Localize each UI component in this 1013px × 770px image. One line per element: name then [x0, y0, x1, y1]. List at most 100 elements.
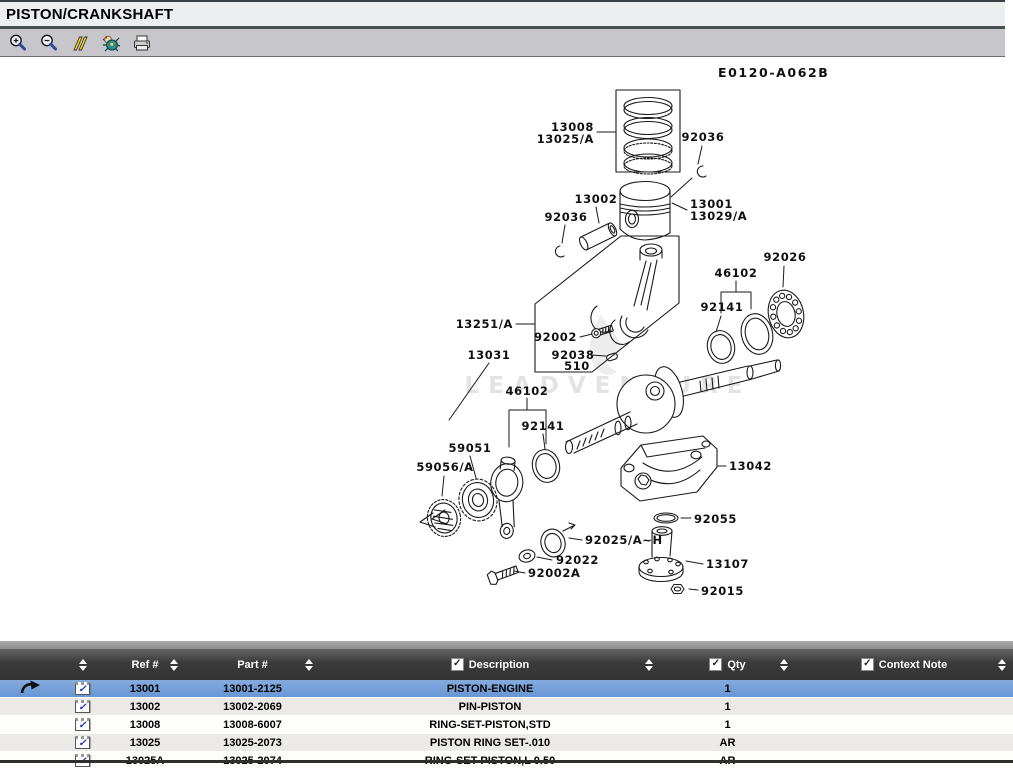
window-chrome: PISTON/CRANKSHAFT [0, 0, 1005, 57]
zoom-out-icon[interactable] [38, 32, 60, 54]
crankcase-bracket [621, 436, 717, 501]
column-header-doc-icon[interactable] [60, 649, 105, 680]
bug-icon[interactable] [100, 32, 122, 54]
table-row-13002[interactable]: ✓ 1300213002-2069PIN-PISTON1 [0, 698, 1013, 716]
part-label-13031[interactable]: 13031 [467, 348, 510, 362]
doc-icon-cell: ✓ [60, 682, 105, 695]
parts-table: Ref # Part # ✓ Description ✓ Qty ✓ Context Note… [0, 641, 1013, 770]
part-label-92026[interactable]: 92026 [763, 250, 806, 264]
oil-seal-right [704, 328, 738, 367]
conrod-on-crank [485, 456, 525, 540]
desc-cell: RING-SET-PISTON,STD [320, 719, 660, 731]
column-header-ref[interactable]: Ref # [105, 649, 185, 680]
sort-arrows-icon[interactable] [79, 659, 87, 671]
desc-cell: PISTON RING SET-.010 [320, 737, 660, 749]
sort-arrows-icon[interactable] [998, 659, 1006, 671]
sort-arrows-icon[interactable] [170, 659, 178, 671]
title-bar: PISTON/CRANKSHAFT [0, 0, 1005, 29]
washer-92022 [518, 548, 536, 564]
part-cell: 13025-2073 [185, 737, 320, 749]
part-label-46102[interactable]: 46102 [714, 266, 757, 280]
column-header-part[interactable]: Part # [185, 649, 320, 680]
part-label-92025ah[interactable]: 92025/A~H [585, 533, 663, 547]
ref-cell: 13008 [105, 719, 185, 731]
column-checkbox-qty[interactable]: ✓ [709, 658, 722, 671]
oil-seal-left [529, 447, 563, 486]
lightning-icon[interactable] [69, 32, 91, 54]
qty-cell: AR [660, 737, 795, 749]
column-label: Part # [237, 659, 268, 671]
table-top-strip [0, 641, 1013, 649]
part-label-13002[interactable]: 13002 [574, 192, 617, 206]
desc-cell: PISTON-ENGINE [320, 683, 660, 695]
column-label: Description [469, 659, 530, 671]
piston-pin [578, 222, 619, 251]
part-label-59051[interactable]: 59051 [448, 441, 491, 455]
part-cell: 13002-2069 [185, 701, 320, 713]
ref-cell: 13002 [105, 701, 185, 713]
column-label: Qty [727, 659, 745, 671]
selected-row-arrow-icon [19, 680, 41, 694]
diagram-code: E0120-A062B [718, 65, 829, 80]
piston-rings-group [616, 90, 680, 174]
doc-check-icon[interactable]: ✓ [75, 682, 90, 695]
part-label-92141[interactable]: 92141 [700, 300, 743, 314]
part-cell: 13008-6007 [185, 719, 320, 731]
part-label-13042[interactable]: 13042 [729, 459, 772, 473]
part-label-92002a[interactable]: 92002A [528, 566, 581, 580]
part-label-13029a[interactable]: 13029/A [690, 209, 747, 223]
column-label: Context Note [879, 659, 947, 671]
column-checkbox-desc[interactable]: ✓ [451, 658, 464, 671]
zoom-in-icon[interactable] [7, 32, 29, 54]
ref-cell: 13001 [105, 683, 185, 695]
qty-cell: 1 [660, 719, 795, 731]
doc-check-icon[interactable]: ✓ [75, 700, 90, 713]
part-label-92022[interactable]: 92022 [556, 553, 599, 567]
ref-cell: 13025 [105, 737, 185, 749]
part-label-59056a[interactable]: 59056/A [416, 460, 473, 474]
table-body: ✓1300113001-2125PISTON-ENGINE1✓130021300… [0, 680, 1013, 770]
doc-check-icon[interactable]: ✓ [75, 736, 90, 749]
column-label: Ref # [132, 659, 159, 671]
gear-59051 [455, 476, 501, 525]
part-label-92036[interactable]: 92036 [544, 210, 587, 224]
sort-arrows-icon[interactable] [780, 659, 788, 671]
part-label-510[interactable]: 510 [564, 359, 590, 373]
parts-diagram: LEADVENTURE E0120-A062B [0, 58, 1013, 641]
page-title: PISTON/CRANKSHAFT [6, 6, 173, 23]
column-header-qty[interactable]: ✓ Qty [660, 649, 795, 680]
part-label-13107[interactable]: 13107 [706, 557, 749, 571]
table-row-13025[interactable]: ✓ 1302513025-2073PISTON RING SET-.010AR [0, 734, 1013, 752]
column-header-desc[interactable]: ✓ Description [320, 649, 660, 680]
part-labels: 1300813025/A9203613002920361300113029/A9… [416, 120, 806, 598]
table-row-13008[interactable]: ✓ 1300813008-6007RING-SET-PISTON,STD1 [0, 716, 1013, 734]
part-label-13025a[interactable]: 13025/A [537, 132, 594, 146]
table-header: Ref # Part # ✓ Description ✓ Qty ✓ Context Note [0, 649, 1013, 680]
part-label-92002[interactable]: 92002 [534, 330, 577, 344]
column-header-note[interactable]: ✓ Context Note [795, 649, 1013, 680]
diagram-area: LEADVENTURE E0120-A062B [0, 58, 1013, 641]
selected-row-arrow-cell[interactable] [0, 680, 60, 697]
part-label-92055[interactable]: 92055 [694, 512, 737, 526]
part-label-46102[interactable]: 46102 [505, 384, 548, 398]
part-cell: 13001-2125 [185, 683, 320, 695]
table-row-13001[interactable]: ✓1300113001-2125PISTON-ENGINE1 [0, 680, 1013, 698]
small-arrow [563, 523, 575, 531]
doc-check-icon[interactable]: ✓ [75, 718, 90, 731]
gear-59056 [424, 496, 464, 539]
bolt-92002a [487, 563, 520, 586]
part-label-92015[interactable]: 92015 [701, 584, 744, 598]
print-icon[interactable] [131, 32, 153, 54]
circlip-right [697, 166, 706, 177]
qty-cell: 1 [660, 701, 795, 713]
piston [620, 182, 670, 241]
part-label-92036[interactable]: 92036 [681, 130, 724, 144]
part-label-92141[interactable]: 92141 [521, 419, 564, 433]
desc-cell: PIN-PISTON [320, 701, 660, 713]
sort-arrows-icon[interactable] [645, 659, 653, 671]
sort-arrows-icon[interactable] [305, 659, 313, 671]
part-label-13251a[interactable]: 13251/A [456, 317, 513, 331]
column-checkbox-note[interactable]: ✓ [861, 658, 874, 671]
ball-bearing-92026 [764, 287, 808, 341]
column-header-row-arrow [0, 649, 60, 680]
